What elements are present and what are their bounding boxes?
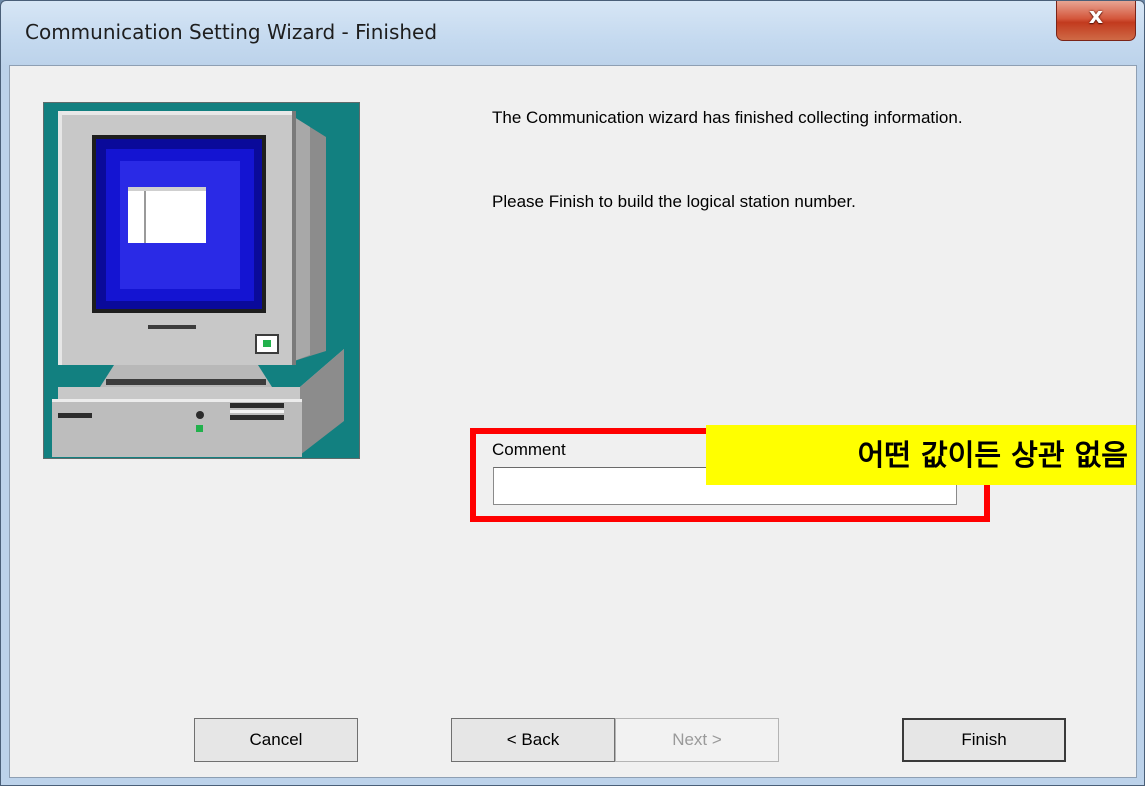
computer-icon xyxy=(43,102,360,459)
wizard-client-area: The Communication wizard has finished co… xyxy=(9,65,1137,778)
finish-button[interactable]: Finish xyxy=(902,718,1066,762)
close-icon: x xyxy=(1088,4,1104,29)
back-button[interactable]: < Back xyxy=(451,718,615,762)
next-button: Next > xyxy=(615,718,779,762)
finish-instruction: Please Finish to build the logical stati… xyxy=(492,192,856,211)
close-button[interactable]: x xyxy=(1056,1,1136,41)
finished-message: The Communication wizard has finished co… xyxy=(492,108,963,127)
annotation-callout: 어떤 값이든 상관 없음 xyxy=(706,425,1136,485)
title-bar[interactable]: Communication Setting Wizard - Finished … xyxy=(1,1,1144,63)
wizard-window: Communication Setting Wizard - Finished … xyxy=(0,0,1145,786)
comment-label: Comment xyxy=(492,440,566,459)
window-title: Communication Setting Wizard - Finished xyxy=(25,20,438,44)
cancel-button[interactable]: Cancel xyxy=(194,718,358,762)
